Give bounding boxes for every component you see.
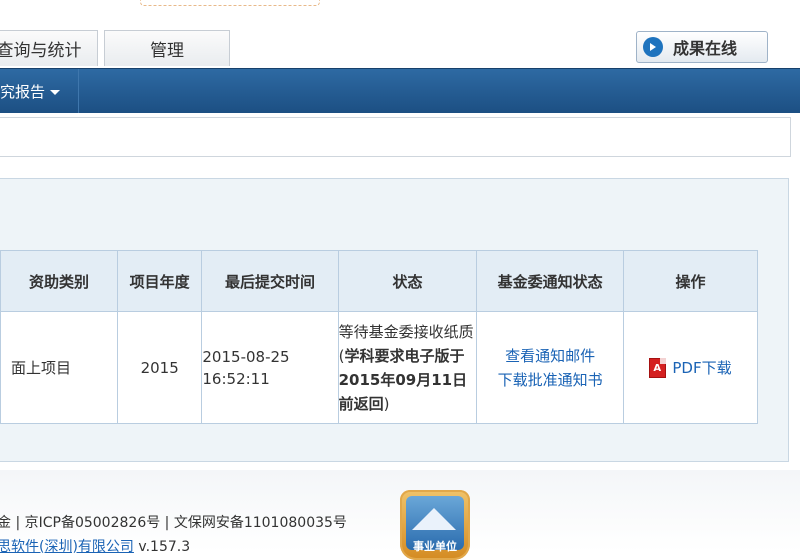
col-header-notice-status: 基金委通知状态 [476,250,624,312]
col-header-action: 操作 [622,250,759,312]
col-header-submit-time: 最后提交时间 [201,250,339,312]
table-header-row: 资助类别 项目年度 最后提交时间 状态 基金委通知状态 操作 [0,250,759,312]
project-table: 资助类别 项目年度 最后提交时间 状态 基金委通知状态 操作 面上项目 2015… [0,250,759,424]
col-header-year: 项目年度 [116,250,203,312]
cell-year: 2015 [116,311,203,424]
public-institution-badge[interactable]: 事业单位 [400,490,470,560]
top-decor-box [140,0,320,6]
results-online-button[interactable]: 成果在线 [636,31,768,63]
download-approval-notice-link[interactable]: 下载批准通知书 [477,368,622,392]
submit-clock: 16:52:11 [202,369,270,388]
mountain-icon [412,508,456,530]
arrow-right-circle-icon [643,37,663,57]
col-header-category: 资助类别 [0,250,118,312]
cell-notice-status: 查看通知邮件 下载批准通知书 [476,311,624,424]
nav-item-report[interactable]: 究报告 [0,69,80,113]
status-suffix: ) [383,394,390,413]
pdf-download-label: PDF下载 [672,359,732,377]
version-text: v.157.3 [133,539,191,555]
tab-manage[interactable]: 管理 [104,30,230,66]
status-bold-note: 学科要求电子版于2015年09月11日前返回 [338,346,468,413]
cell-category: 面上项目 [0,311,118,424]
results-online-label: 成果在线 [673,39,738,58]
cell-status: 等待基金委接收纸质 (学科要求电子版于2015年09月11日前返回) [337,311,478,424]
col-header-status: 状态 [337,250,478,312]
cell-action: A PDF下载 [622,311,759,424]
submit-date: 2015-08-25 [202,347,290,366]
table-row: 面上项目 2015 2015-08-25 16:52:11 等待基金委接收纸质 … [0,311,759,424]
view-notice-email-link[interactable]: 查看通知邮件 [477,344,622,368]
nav-bar: 究报告 [0,68,800,113]
caret-down-icon [50,89,61,95]
nav-item-report-label: 究报告 [0,82,46,101]
pdf-download-link[interactable]: A PDF下载 [624,357,757,378]
footer-icp-line: 金 | 京ICP备05002826号 | 文保网安备1101080035号 [0,515,347,531]
cell-submit-time: 2015-08-25 16:52:11 [201,311,339,424]
company-link[interactable]: 思软件(深圳)有限公司 [0,539,134,555]
footer-company-line: 思软件(深圳)有限公司 v.157.3 [0,536,190,556]
sub-toolbar [0,117,791,157]
pdf-icon: A [649,357,667,378]
tab-query-statistics[interactable]: 查询与统计 [0,30,98,66]
